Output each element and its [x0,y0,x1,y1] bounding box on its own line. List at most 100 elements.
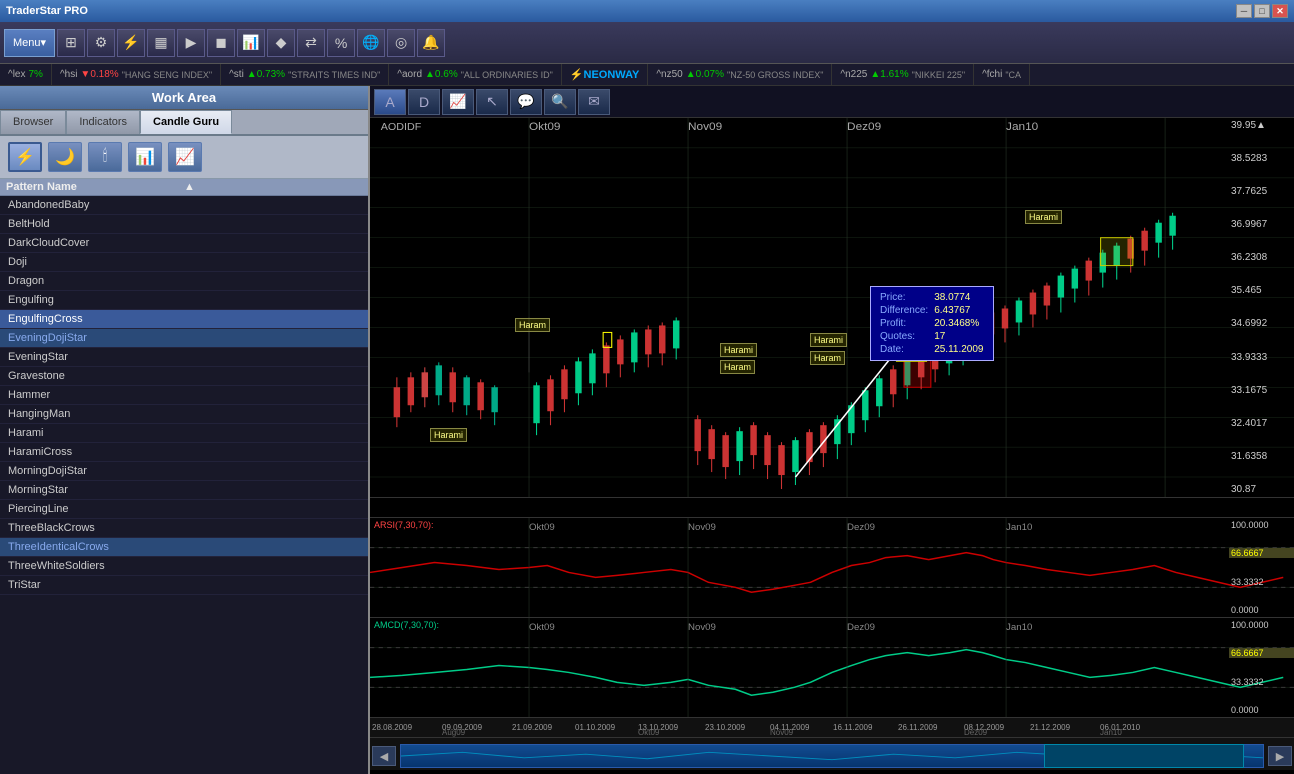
ticker-sti: ^sti ▲0.73% "STRAITS TIMES IND" [221,64,389,85]
minimize-button[interactable]: ─ [1236,4,1252,18]
toolbar-icon-globe[interactable]: 🌐 [357,29,385,57]
date-axis [370,498,1294,518]
toolbar-icon-settings[interactable]: ⚙ [87,29,115,57]
ticker-fchi: ^fchi "CA [974,64,1030,85]
chart-area: A D 📈 ↖ 💬 🔍 ✉ [370,86,1294,774]
panel-icon-bar: ⚡ 🌙 🕯 📊 📈 [0,136,368,179]
svg-text:Nov09: Nov09 [688,121,722,133]
sort-icon[interactable]: ▲ [184,181,362,193]
date-sublabel-4: Dez09 [964,728,987,737]
pattern-hammer[interactable]: Hammer [0,386,368,405]
pattern-hangingman[interactable]: HangingMan [0,405,368,424]
harami-label-4: Haram [720,360,755,374]
pattern-doji[interactable]: Doji [0,253,368,272]
panel-icon-bar-chart[interactable]: 📊 [128,142,162,172]
scroll-right-button[interactable]: ▶ [1268,746,1292,766]
harami-label-7: Harami [1025,210,1062,224]
titlebar-controls: ─ □ ✕ [1236,4,1288,18]
pattern-engulfingcross[interactable]: EngulfingCross [0,310,368,329]
toolbar-icon-bell[interactable]: 🔔 [417,29,445,57]
pattern-eveningdojistar[interactable]: EveningDojiStar [0,329,368,348]
chart-nav-line[interactable]: 📈 [442,89,474,115]
panel-icon-line-chart[interactable]: 📈 [168,142,202,172]
rsi-scale-70: 66.6667 [1229,548,1294,558]
top-toolbar: Menu▾ ⊞ ⚙ ⚡ ▦ ▶ ◼ 📊 ◆ ⇄ % 🌐 ◎ 🔔 [0,22,1294,64]
macd-scale-33: 33.3332 [1229,677,1294,687]
tab-candle-guru[interactable]: Candle Guru [140,110,232,134]
toolbar-icon-lightning[interactable]: ⚡ [117,29,145,57]
panel-icon-lightning[interactable]: ⚡ [8,142,42,172]
panel-icon-candle[interactable]: 🕯 [88,142,122,172]
toolbar-icon-grid[interactable]: ⊞ [57,29,85,57]
chart-nav-d[interactable]: D [408,89,440,115]
pattern-morningdojistar[interactable]: MorningDojiStar [0,462,368,481]
toolbar-icon-diamond[interactable]: ◆ [267,29,295,57]
pattern-list[interactable]: AbandonedBaby BeltHold DarkCloudCover Do… [0,196,368,774]
chart-nav-msg[interactable]: ✉ [578,89,610,115]
svg-text:AODIDF: AODIDF [381,122,422,133]
svg-text:Dez09: Dez09 [847,522,875,532]
toolbar-icon-chart[interactable]: 📊 [237,29,265,57]
date-label-4: 01.10.2009 [575,723,615,732]
toolbar-icon-windows[interactable]: ▦ [147,29,175,57]
pattern-eveningstar[interactable]: EveningStar [0,348,368,367]
svg-text:Dez09: Dez09 [847,121,881,133]
pattern-threeblackcrows[interactable]: ThreeBlackCrows [0,519,368,538]
toolbar-icon-square[interactable]: ◼ [207,29,235,57]
titlebar: TraderStar PRO ─ □ ✕ [0,0,1294,22]
pattern-tristar[interactable]: TriStar [0,576,368,595]
chart-nav-bubble[interactable]: 💬 [510,89,542,115]
ticker-hsi: ^hsi ▼0.18% "HANG SENG INDEX" [52,64,221,85]
pattern-header-label: Pattern Name [6,181,184,193]
svg-text:Nov09: Nov09 [688,622,716,632]
pattern-darkcloudcover[interactable]: DarkCloudCover [0,234,368,253]
candlestick-chart: Okt09 Nov09 Dez09 Jan10 AODIDF [370,118,1294,497]
pattern-morningstar[interactable]: MorningStar [0,481,368,500]
rsi-scale-100: 100.0000 [1229,520,1294,530]
harami-label-1: Harami [430,428,467,442]
toolbar-icon-exchange[interactable]: ⇄ [297,29,325,57]
date-sublabel-2: Okt09 [638,728,659,737]
pattern-dragon[interactable]: Dragon [0,272,368,291]
pattern-abandonedbaby[interactable]: AbandonedBaby [0,196,368,215]
pattern-threeidenticalcrows[interactable]: ThreeIdenticalCrows [0,538,368,557]
date-label-11: 21.12.2009 [1030,723,1070,732]
rsi-scale-0: 0.0000 [1229,605,1294,615]
svg-text:Okt09: Okt09 [529,622,555,632]
date-sublabel-3: Nov09 [770,728,793,737]
tab-bar: Browser Indicators Candle Guru [0,110,368,136]
pattern-haramicross[interactable]: HaramiCross [0,443,368,462]
neonway-logo: ⚡NEONWAY [562,64,649,85]
toolbar-icon-play[interactable]: ▶ [177,29,205,57]
ticker-nz50: ^nz50 ▲0.07% "NZ-50 GROSS INDEX" [648,64,832,85]
date-label-1: 28.08.2009 [372,723,412,732]
toolbar-icon-circle[interactable]: ◎ [387,29,415,57]
pattern-header: Pattern Name ▲ [0,179,368,196]
scroll-highlight [1044,744,1244,768]
ticker-bar: ^lex 7% ^hsi ▼0.18% "HANG SENG INDEX" ^s… [0,64,1294,86]
scroll-left-button[interactable]: ◀ [372,746,396,766]
rsi-scale-33: 33.3332 [1229,577,1294,587]
toolbar-icon-percent[interactable]: % [327,29,355,57]
menu-button[interactable]: Menu▾ [4,29,55,57]
work-area-title: Work Area [0,86,368,110]
maximize-button[interactable]: □ [1254,4,1270,18]
chart-nav-a[interactable]: A [374,89,406,115]
pattern-piercingline[interactable]: PiercingLine [0,500,368,519]
panel-icon-moon[interactable]: 🌙 [48,142,82,172]
chart-nav-zoom[interactable]: 🔍 [544,89,576,115]
chart-nav-arrow[interactable]: ↖ [476,89,508,115]
close-button[interactable]: ✕ [1272,4,1288,18]
pattern-gravestone[interactable]: Gravestone [0,367,368,386]
ticker-n225: ^n225 ▲1.61% "NIKKEI 225" [832,64,974,85]
harami-label-6: Haram [810,351,845,365]
pattern-harami[interactable]: Harami [0,424,368,443]
app-title: TraderStar PRO [6,5,88,17]
pattern-threewhitesoldiers[interactable]: ThreeWhiteSoldiers [0,557,368,576]
macd-scale-0: 0.0000 [1229,705,1294,715]
pattern-engulfing[interactable]: Engulfing [0,291,368,310]
svg-text:Jan10: Jan10 [1006,522,1032,532]
tab-browser[interactable]: Browser [0,110,66,134]
pattern-belthold[interactable]: BeltHold [0,215,368,234]
tab-indicators[interactable]: Indicators [66,110,140,134]
